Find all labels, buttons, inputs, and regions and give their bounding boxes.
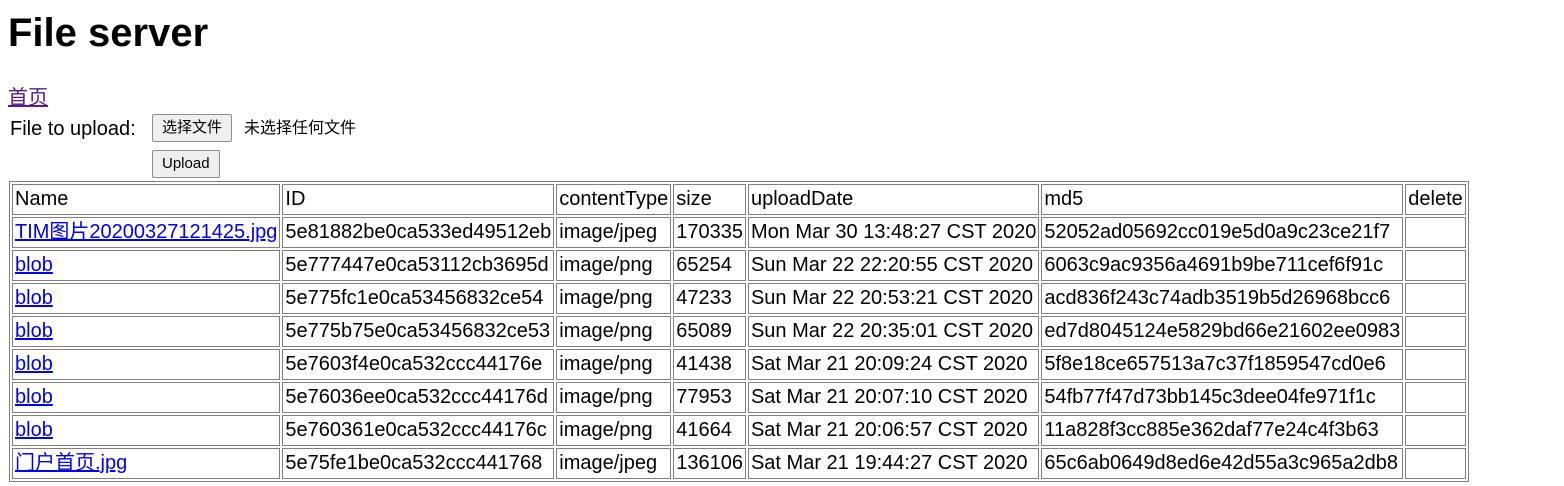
delete-cell <box>1405 250 1466 281</box>
header-id: ID <box>282 184 555 215</box>
file-id-cell: 5e775fc1e0ca53456832ce54 <box>282 283 555 314</box>
upload-date-cell: Sun Mar 22 22:20:55 CST 2020 <box>747 250 1040 281</box>
table-row: blob 5e760361e0ca532ccc44176c image/png 416… <box>12 415 1466 446</box>
file-name-cell: TIM图片20200327121425.jpg <box>12 217 281 248</box>
file-download-link[interactable]: blob <box>15 419 53 441</box>
table-row: blob 5e777447e0ca53112cb3695d image/png 652… <box>12 250 1466 281</box>
table-row: blob 5e775fc1e0ca53456832ce54 image/png 472… <box>12 283 1466 314</box>
header-content-type: contentType <box>556 184 672 215</box>
content-type-cell: image/png <box>556 316 672 347</box>
content-type-cell: image/jpeg <box>556 448 672 479</box>
header-name: Name <box>12 184 281 215</box>
file-download-link[interactable]: blob <box>15 287 53 309</box>
size-cell: 47233 <box>673 283 746 314</box>
file-download-link[interactable]: blob <box>15 254 53 276</box>
file-id-cell: 5e81882be0ca533ed49512eb <box>282 217 555 248</box>
file-id-cell: 5e777447e0ca53112cb3695d <box>282 250 555 281</box>
page-title: File server <box>8 11 209 55</box>
delete-cell <box>1405 217 1466 248</box>
file-name-cell: blob <box>12 382 281 413</box>
file-id-cell: 5e7603f4e0ca532ccc44176e <box>282 349 555 380</box>
file-name-cell: blob <box>12 283 281 314</box>
delete-cell <box>1405 283 1466 314</box>
upload-date-cell: Sun Mar 22 20:35:01 CST 2020 <box>747 316 1040 347</box>
size-cell: 65089 <box>673 316 746 347</box>
upload-date-cell: Sun Mar 22 20:53:21 CST 2020 <box>747 283 1040 314</box>
upload-date-cell: Sat Mar 21 20:07:10 CST 2020 <box>747 382 1040 413</box>
file-download-link[interactable]: 门户首页.jpg <box>15 452 127 474</box>
md5-cell: 54fb77f47d73bb145c3dee04fe971f1c <box>1041 382 1404 413</box>
table-row: blob 5e7603f4e0ca532ccc44176e image/png 414… <box>12 349 1466 380</box>
file-download-link[interactable]: blob <box>15 320 53 342</box>
size-cell: 41438 <box>673 349 746 380</box>
file-id-cell: 5e760361e0ca532ccc44176c <box>282 415 555 446</box>
file-name-cell: blob <box>12 316 281 347</box>
upload-button[interactable]: Upload <box>152 150 220 178</box>
md5-cell: acd836f243c74adb3519b5d26968bcc6 <box>1041 283 1404 314</box>
upload-date-cell: Mon Mar 30 13:48:27 CST 2020 <box>747 217 1040 248</box>
content-type-cell: image/png <box>556 349 672 380</box>
delete-cell <box>1405 349 1466 380</box>
upload-label: File to upload: <box>10 118 136 140</box>
header-md5: md5 <box>1041 184 1404 215</box>
md5-cell: 11a828f3cc885e362daf77e24c4f3b63 <box>1041 415 1404 446</box>
content-type-cell: image/png <box>556 382 672 413</box>
header-delete: delete <box>1405 184 1466 215</box>
table-header-row: Name ID contentType size uploadDate md5 … <box>12 184 1466 215</box>
md5-cell: 6063c9ac9356a4691b9be711cef6f91c <box>1041 250 1404 281</box>
file-name-cell: blob <box>12 349 281 380</box>
upload-date-cell: Sat Mar 21 19:44:27 CST 2020 <box>747 448 1040 479</box>
md5-cell: 52052ad05692cc019e5d0a9c23ce21f7 <box>1041 217 1404 248</box>
md5-cell: 5f8e18ce657513a7c37f1859547cd0e6 <box>1041 349 1404 380</box>
content-type-cell: image/jpeg <box>556 217 672 248</box>
content-type-cell: image/png <box>556 283 672 314</box>
size-cell: 136106 <box>673 448 746 479</box>
size-cell: 65254 <box>673 250 746 281</box>
size-cell: 77953 <box>673 382 746 413</box>
table-row: 门户首页.jpg 5e75fe1be0ca532ccc441768 image/jp… <box>12 448 1466 479</box>
file-download-link[interactable]: blob <box>15 353 53 375</box>
file-id-cell: 5e775b75e0ca53456832ce53 <box>282 316 555 347</box>
md5-cell: 65c6ab0649d8ed6e42d55a3c965a2db8 <box>1041 448 1404 479</box>
delete-cell <box>1405 415 1466 446</box>
file-id-cell: 5e75fe1be0ca532ccc441768 <box>282 448 555 479</box>
no-file-selected-text: 未选择任何文件 <box>244 120 357 137</box>
size-cell: 41664 <box>673 415 746 446</box>
upload-date-cell: Sat Mar 21 20:06:57 CST 2020 <box>747 415 1040 446</box>
home-link[interactable]: 首页 <box>8 86 48 110</box>
content-type-cell: image/png <box>556 415 672 446</box>
table-row: blob 5e76036ee0ca532ccc44176d image/png 779… <box>12 382 1466 413</box>
file-download-link[interactable]: TIM图片20200327121425.jpg <box>15 221 277 243</box>
file-name-cell: blob <box>12 415 281 446</box>
delete-cell <box>1405 316 1466 347</box>
header-upload-date: uploadDate <box>747 184 1040 215</box>
table-row: TIM图片20200327121425.jpg 5e81882be0ca533ed… <box>12 217 1466 248</box>
file-name-cell: 门户首页.jpg <box>12 448 281 479</box>
content-type-cell: image/png <box>556 250 672 281</box>
file-table: Name ID contentType size uploadDate md5 … <box>9 181 1469 482</box>
delete-cell <box>1405 382 1466 413</box>
header-size: size <box>673 184 746 215</box>
file-id-cell: 5e76036ee0ca532ccc44176d <box>282 382 555 413</box>
file-name-cell: blob <box>12 250 281 281</box>
table-row: blob 5e775b75e0ca53456832ce53 image/png 650… <box>12 316 1466 347</box>
md5-cell: ed7d8045124e5829bd66e21602ee0983 <box>1041 316 1404 347</box>
file-download-link[interactable]: blob <box>15 386 53 408</box>
size-cell: 170335 <box>673 217 746 248</box>
delete-cell <box>1405 448 1466 479</box>
choose-file-button[interactable]: 选择文件 <box>152 114 233 142</box>
upload-date-cell: Sat Mar 21 20:09:24 CST 2020 <box>747 349 1040 380</box>
